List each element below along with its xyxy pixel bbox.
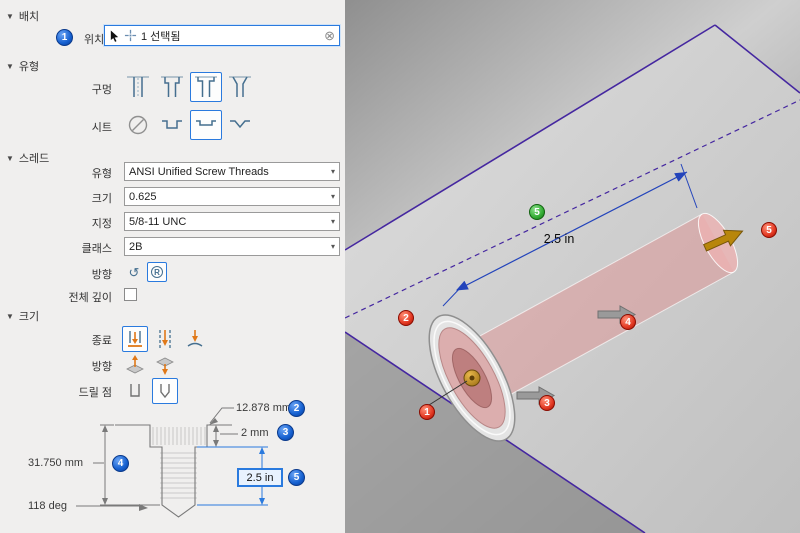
dim-depth: 31.750 mm: [28, 457, 84, 469]
seat-countersink-button[interactable]: [224, 110, 256, 140]
section-header-size[interactable]: ▼ 크기: [6, 308, 39, 324]
counterbore-seat-icon: [162, 120, 182, 129]
dim-seat-depth: 2 mm: [241, 427, 269, 439]
thread-class-value: 2B: [129, 240, 143, 253]
termination-through-all-icon: [159, 330, 171, 348]
seat-none-button[interactable]: [122, 110, 154, 140]
left-hand-thread-icon: ↺: [128, 264, 140, 280]
thread-size-select[interactable]: 0.625 ▾: [124, 187, 340, 206]
properties-panel: ▼ 배치 1 위치 1 선택됨 ⊗ ▼ 유형 구멍 시트 ▼ 스레드 유형 AN…: [0, 0, 345, 533]
thread-class-label: 클래스: [81, 243, 112, 255]
dim-text[interactable]: 2.5 in: [544, 232, 575, 246]
collapse-arrow-icon: ▼: [6, 61, 14, 71]
termination-distance-button[interactable]: [122, 326, 148, 352]
thread-depth-value: 2.5 in: [246, 471, 274, 484]
viewport-3d-scene: 2.5 in: [344, 0, 800, 533]
direction-down-icon: [156, 357, 174, 375]
section-title-type: 유형: [18, 61, 40, 73]
viewport-3d[interactable]: 2.5 in: [344, 0, 800, 533]
seat-spotface-button[interactable]: [190, 110, 222, 140]
callout-green-5: 5: [529, 204, 545, 220]
thread-depth-input[interactable]: 2.5 in: [237, 468, 283, 487]
thread-direction-label: 방향: [91, 269, 112, 281]
hole-center-dot: [469, 375, 475, 381]
termination-to-button[interactable]: [182, 326, 208, 352]
thread-left-hand-button[interactable]: ↺: [124, 262, 144, 282]
seat-counterbore-button[interactable]: [156, 110, 188, 140]
thread-designation-label: 지정: [91, 218, 112, 230]
thread-type-value: ANSI Unified Screw Threads: [129, 165, 269, 178]
section-header-thread[interactable]: ▼ 스레드: [6, 150, 49, 166]
counterbore-hole-icon: [161, 76, 183, 97]
section-header-placement[interactable]: ▼ 배치: [6, 8, 39, 24]
hole-type-counterbore-button[interactable]: [156, 72, 188, 102]
countersink-hole-icon: [229, 76, 251, 97]
size-direction-label: 방향: [91, 361, 112, 373]
thread-right-hand-button[interactable]: R: [147, 262, 167, 282]
termination-label: 종료: [91, 335, 112, 347]
size-direction-1-button[interactable]: [122, 352, 148, 378]
callout-blue-3: 3: [277, 424, 294, 441]
direction-up-icon: [126, 355, 144, 374]
clear-selection-icon[interactable]: ⊗: [324, 29, 335, 42]
hatch-lines: [152, 427, 206, 499]
collapse-arrow-icon: ▼: [6, 11, 14, 21]
chevron-down-icon: ▾: [330, 242, 335, 251]
callout-red-2: 2: [398, 310, 414, 326]
thread-type-label: 유형: [91, 168, 112, 180]
callout-blue-5: 5: [288, 469, 305, 486]
size-direction-2-button[interactable]: [152, 352, 178, 378]
no-seat-icon: [128, 115, 148, 135]
chevron-down-icon: ▾: [330, 167, 335, 176]
thread-designation-value: 5/8-11 UNC: [129, 215, 187, 228]
spotface-hole-icon: [195, 76, 217, 97]
callout-red-4: 4: [620, 314, 636, 330]
hole-type-countersink-button[interactable]: [224, 72, 256, 102]
callout-blue-1: 1: [56, 29, 73, 46]
section-title-size: 크기: [18, 311, 40, 323]
callout-blue-4: 4: [112, 455, 129, 472]
full-depth-label: 전체 깊이: [68, 292, 112, 304]
thread-class-select[interactable]: 2B ▾: [124, 237, 340, 256]
countersink-seat-icon: [230, 120, 250, 129]
drilled-hole-icon: [127, 76, 149, 97]
hole-type-spotface-button[interactable]: [190, 72, 222, 102]
thread-designation-select[interactable]: 5/8-11 UNC ▾: [124, 212, 340, 231]
termination-through-button[interactable]: [152, 326, 178, 352]
collapse-arrow-icon: ▼: [6, 153, 14, 163]
point-crosshair-icon: [124, 29, 137, 42]
chevron-down-icon: ▾: [330, 192, 335, 201]
right-hand-thread-icon: R: [151, 266, 163, 278]
position-input[interactable]: 1 선택됨 ⊗: [104, 25, 340, 46]
thread-size-value: 0.625: [129, 190, 157, 203]
collapse-arrow-icon: ▼: [6, 311, 14, 321]
hole-feature-dialog: ▼ 배치 1 위치 1 선택됨 ⊗ ▼ 유형 구멍 시트 ▼ 스레드 유형 AN…: [0, 0, 800, 533]
thread-type-select[interactable]: ANSI Unified Screw Threads ▾: [124, 162, 340, 181]
callout-red-3: 3: [539, 395, 555, 411]
position-label: 위치: [84, 34, 105, 46]
thread-size-label: 크기: [91, 193, 112, 205]
termination-to-face-icon: [187, 330, 203, 347]
hole-type-label: 구멍: [91, 84, 112, 96]
dim-diameter: 12.878 mm: [236, 402, 292, 414]
section-title-placement: 배치: [18, 11, 40, 23]
seat-type-label: 시트: [91, 122, 112, 134]
section-title-thread: 스레드: [18, 153, 50, 165]
hole-type-drilled-button[interactable]: [122, 72, 154, 102]
callout-blue-2: 2: [288, 400, 305, 417]
position-value: 1 선택됨: [141, 30, 181, 43]
callout-red-1: 1: [419, 404, 435, 420]
spotface-seat-icon: [196, 120, 216, 126]
section-header-type[interactable]: ▼ 유형: [6, 58, 39, 74]
full-depth-checkbox[interactable]: [124, 288, 137, 301]
termination-distance-icon: [128, 331, 142, 347]
hole-profile-outline: [115, 424, 232, 518]
cursor-arrow-icon: [110, 30, 119, 42]
chevron-down-icon: ▾: [330, 217, 335, 226]
dim-angle: 118 deg: [28, 500, 67, 512]
callout-red-5: 5: [761, 222, 777, 238]
